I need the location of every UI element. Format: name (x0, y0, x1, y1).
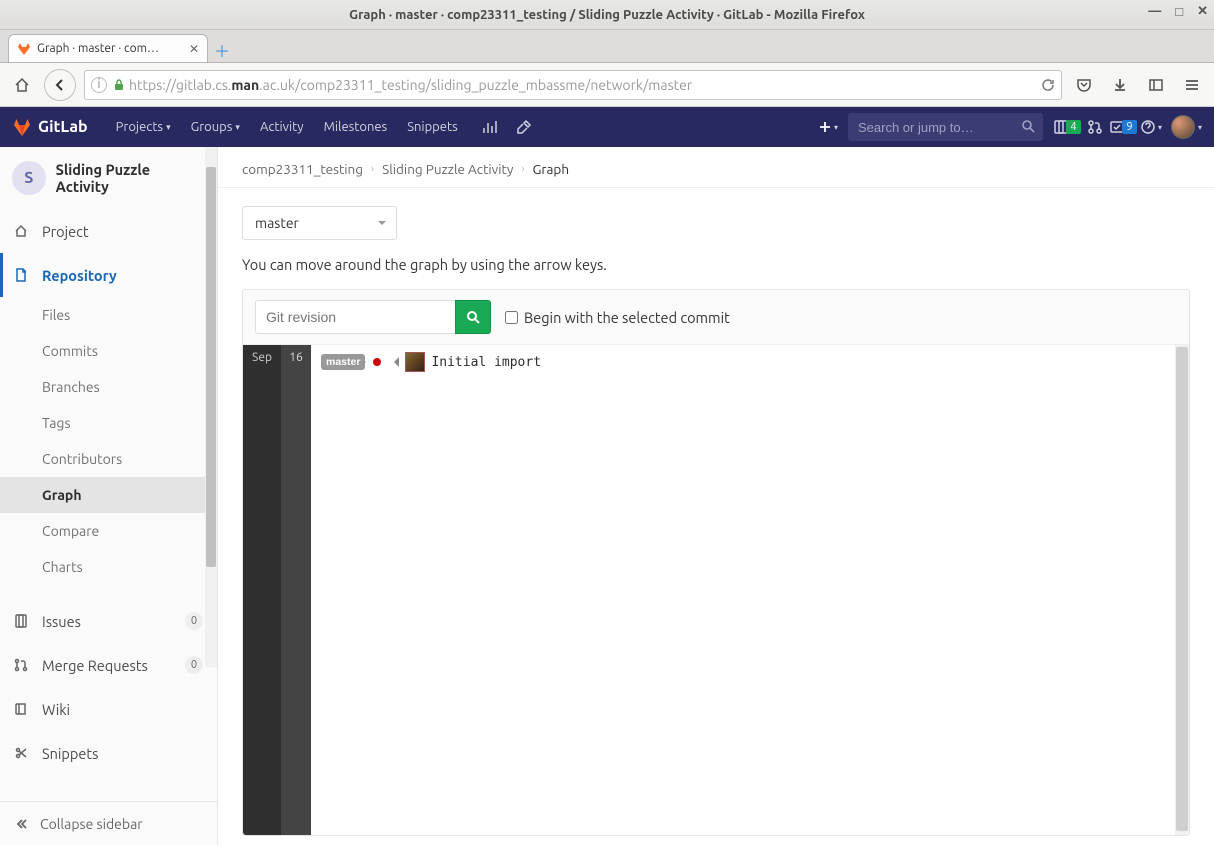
breadcrumb-project[interactable]: Sliding Puzzle Activity (382, 161, 513, 177)
commit-avatar[interactable] (405, 352, 425, 372)
url-text: https://gitlab.cs.man.ac.uk/comp23311_te… (129, 77, 692, 93)
sidebar-sub-files[interactable]: Files (0, 297, 217, 333)
minimize-icon[interactable]: — (1148, 4, 1161, 19)
graph-panel: Begin with the selected commit Sep 16 ma… (242, 289, 1190, 836)
graph-scrollbar[interactable] (1175, 345, 1189, 835)
reload-icon[interactable] (1041, 78, 1055, 92)
nav-todos-icon[interactable]: 9 (1109, 113, 1137, 141)
nav-admin-icon[interactable] (510, 113, 538, 141)
doc-icon (14, 268, 30, 282)
sidebar-item-project[interactable]: Project (0, 209, 217, 253)
begin-selected-checkbox[interactable] (505, 311, 518, 324)
commit-graph-area[interactable]: master Initial import (311, 345, 1175, 835)
collapse-sidebar-button[interactable]: Collapse sidebar (0, 801, 217, 845)
branch-dropdown[interactable]: master (242, 206, 397, 240)
mr-icon (14, 658, 30, 672)
site-info-icon[interactable]: i (91, 77, 107, 93)
issues-badge: 4 (1066, 120, 1080, 134)
nav-milestones[interactable]: Milestones (314, 107, 398, 147)
mrs-count: 0 (185, 656, 203, 674)
url-bar[interactable]: i https://gitlab.cs.man.ac.uk/comp23311_… (84, 70, 1062, 100)
window-title: Graph · master · comp23311_testing / Sli… (349, 8, 865, 22)
breadcrumb-group[interactable]: comp23311_testing (242, 161, 363, 177)
downloads-icon[interactable] (1106, 71, 1134, 99)
arrow-icon (389, 357, 399, 367)
issues-count: 0 (185, 612, 203, 630)
main-content: comp23311_testing › Sliding Puzzle Activ… (218, 147, 1214, 845)
tab-close-icon[interactable]: ✕ (189, 42, 199, 56)
sidebar-sub-graph[interactable]: Graph (0, 477, 217, 513)
search-icon (1021, 119, 1035, 133)
nav-activity[interactable]: Activity (250, 107, 314, 147)
browser-navbar: i https://gitlab.cs.man.ac.uk/comp23311_… (0, 63, 1214, 107)
project-avatar: S (12, 161, 46, 195)
nav-groups[interactable]: Groups▾ (181, 107, 250, 147)
maximize-icon[interactable]: □ (1175, 4, 1183, 19)
day-column: 16 (281, 345, 311, 835)
sidebar-item-wiki[interactable]: Wiki (0, 687, 217, 731)
sidebar-sub-charts[interactable]: Charts (0, 549, 217, 585)
browser-tabstrip: Graph · master · com… ✕ ＋ (0, 30, 1214, 63)
hint-text: You can move around the graph by using t… (242, 256, 1190, 273)
nav-snippets[interactable]: Snippets (397, 107, 468, 147)
commit-dot-icon[interactable] (373, 358, 381, 366)
home-button[interactable] (8, 71, 36, 99)
browser-tab-active[interactable]: Graph · master · com… ✕ (8, 34, 208, 62)
book-icon (14, 702, 30, 716)
search-input[interactable] (848, 113, 1043, 141)
sidebar-sub-tags[interactable]: Tags (0, 405, 217, 441)
back-button[interactable] (44, 69, 76, 101)
gitlab-navbar: GitLab Projects▾ Groups▾ Activity Milest… (0, 107, 1214, 147)
breadcrumb: comp23311_testing › Sliding Puzzle Activ… (242, 161, 1190, 177)
sidebar-sub-branches[interactable]: Branches (0, 369, 217, 405)
todos-badge: 9 (1122, 120, 1136, 134)
revision-search-button[interactable] (455, 300, 491, 334)
nav-search[interactable] (848, 113, 1043, 141)
month-column: Sep (243, 345, 281, 835)
nav-projects[interactable]: Projects▾ (106, 107, 181, 147)
revision-input[interactable] (255, 300, 455, 334)
sidebar-item-issues[interactable]: Issues 0 (0, 599, 217, 643)
nav-issues-icon[interactable]: 4 (1053, 113, 1081, 141)
sidebar-toggle-icon[interactable] (1142, 71, 1170, 99)
hamburger-menu-icon[interactable] (1178, 71, 1206, 99)
breadcrumb-current: Graph (532, 161, 569, 177)
commit-row[interactable]: master Initial import (321, 351, 1165, 373)
tab-title: Graph · master · com… (37, 42, 183, 55)
nav-mr-icon[interactable] (1081, 113, 1109, 141)
project-sidebar: S Sliding Puzzle Activity Project Reposi… (0, 147, 218, 845)
os-titlebar: Graph · master · comp23311_testing / Sli… (0, 0, 1214, 30)
begin-selected-label[interactable]: Begin with the selected commit (505, 309, 730, 326)
sidebar-sub-compare[interactable]: Compare (0, 513, 217, 549)
user-avatar[interactable] (1171, 115, 1195, 139)
sidebar-scrollbar[interactable] (205, 147, 217, 667)
lock-icon (113, 79, 125, 91)
nav-help-icon[interactable]: ▾ (1137, 113, 1165, 141)
project-name: Sliding Puzzle Activity (56, 161, 205, 195)
gitlab-favicon-icon (17, 42, 31, 56)
sidebar-sub-commits[interactable]: Commits (0, 333, 217, 369)
commit-message[interactable]: Initial import (431, 355, 541, 370)
close-icon[interactable]: ✕ (1197, 4, 1208, 19)
sidebar-item-repository[interactable]: Repository (0, 253, 217, 297)
sidebar-sub-contributors[interactable]: Contributors (0, 441, 217, 477)
branch-tag[interactable]: master (321, 354, 365, 370)
gitlab-logo[interactable]: GitLab (12, 117, 88, 137)
collapse-icon (14, 817, 28, 831)
scissors-icon (14, 746, 30, 760)
sidebar-item-snippets[interactable]: Snippets (0, 731, 217, 775)
new-tab-button[interactable]: ＋ (208, 38, 236, 62)
sidebar-item-mrs[interactable]: Merge Requests 0 (0, 643, 217, 687)
nav-analytics-icon[interactable] (476, 113, 504, 141)
home-icon (14, 224, 30, 238)
pocket-icon[interactable] (1070, 71, 1098, 99)
issues-icon (14, 614, 30, 628)
sidebar-project-header[interactable]: S Sliding Puzzle Activity (0, 147, 217, 209)
nav-plus-button[interactable]: ▾ (814, 113, 842, 141)
